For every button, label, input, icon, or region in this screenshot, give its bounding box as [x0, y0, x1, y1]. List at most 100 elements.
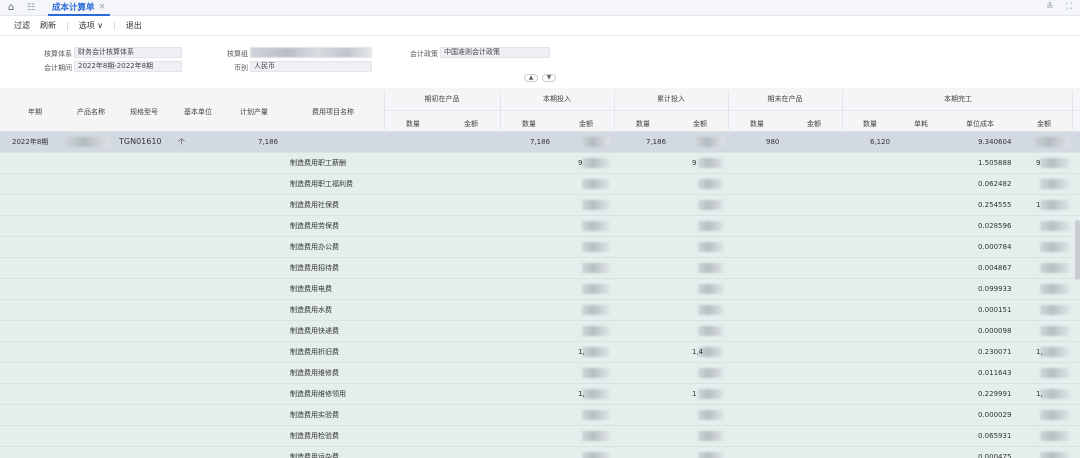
col-qty[interactable]: 数量 — [384, 119, 442, 129]
col-amt[interactable]: 金额 — [442, 119, 500, 129]
table-row[interactable]: 制造费用劳保费 0.028596 — [0, 216, 1080, 237]
col-period[interactable]: 年期 — [12, 107, 58, 117]
home-icon[interactable]: ⌂ — [4, 2, 18, 13]
period-field[interactable]: 2022年8期-2022年8期 — [74, 61, 182, 72]
group-completed: 本期完工 — [944, 95, 972, 103]
col-qty[interactable]: 数量 — [842, 119, 898, 129]
collapse-icon[interactable]: ≚ — [1046, 2, 1054, 12]
table-row[interactable]: 制造费用实验费 0.000029 — [0, 405, 1080, 426]
collapse-toggle[interactable]: ▲ ▼ — [524, 74, 556, 82]
refresh-button[interactable]: 刷新 — [40, 20, 56, 31]
org-field[interactable] — [250, 47, 372, 58]
col-unit[interactable]: 基本单位 — [170, 107, 226, 117]
options-button[interactable]: 选项 ∨ — [79, 20, 103, 31]
cell-unit-cost: 0.000098 — [978, 327, 1012, 335]
table-header: 年期 产品名称 规格型号 基本单位 计划产量 费用项目名称 期初在产品 本期投入… — [0, 88, 1080, 132]
table-body: 2022年8期 TGN01610 个 7,186 7,186 7,186 980… — [0, 132, 1080, 458]
system-field[interactable]: 财务会计核算体系 — [74, 47, 182, 58]
grid-icon[interactable]: ☷ — [24, 3, 38, 13]
cell-input-amt-redacted — [582, 284, 610, 294]
policy-field[interactable]: 中国准则会计政策 — [440, 47, 550, 58]
col-qty[interactable]: 数量 — [500, 119, 558, 129]
cell-closing-qty: 980 — [766, 138, 780, 146]
cell-unit-cost: 0.004867 — [978, 264, 1012, 272]
currency-field[interactable]: 人民币 — [250, 61, 372, 72]
divider — [384, 90, 385, 130]
chevron-up-icon[interactable]: ▲ — [524, 74, 538, 82]
table-row[interactable]: 制造费用维修领用 1, 1 0.229991 1, — [0, 384, 1080, 405]
table-row[interactable]: 制造费用职工薪酬 9 9 1.505888 9 — [0, 153, 1080, 174]
col-amt[interactable]: 金额 — [558, 119, 614, 129]
table-row[interactable]: 制造费用快递费 0.000098 — [0, 321, 1080, 342]
col-spec[interactable]: 规格型号 — [118, 107, 170, 117]
cell-input-qty: 7,186 — [530, 138, 551, 146]
cell-item-name: 制造费用实验费 — [290, 411, 339, 419]
col-product[interactable]: 产品名称 — [64, 107, 118, 117]
filter-button[interactable]: 过滤 — [14, 20, 30, 31]
close-icon[interactable]: × — [99, 2, 106, 12]
cell-cumulative-qty: 7,186 — [646, 138, 667, 146]
period-label: 会计期间 — [44, 64, 72, 72]
table-row[interactable]: 制造费用水费 0.000151 — [0, 300, 1080, 321]
table-row[interactable]: 制造费用招待费 0.004867 — [0, 258, 1080, 279]
col-item[interactable]: 费用项目名称 — [282, 107, 384, 117]
cell-completed-amt-redacted — [1040, 200, 1070, 210]
cell-completed-amt-redacted — [1040, 158, 1070, 168]
table-row[interactable]: 制造费用维修费 0.011643 — [0, 363, 1080, 384]
fullscreen-icon[interactable]: ⛶ — [1066, 2, 1072, 12]
chevron-down-icon[interactable]: ▼ — [542, 74, 556, 82]
cell-input-amt-redacted — [582, 242, 610, 252]
divider — [728, 90, 729, 130]
col-qty[interactable]: 数量 — [614, 119, 672, 129]
col-amt[interactable]: 金额 — [1016, 119, 1072, 129]
cell-unit-cost: 0.028596 — [978, 222, 1012, 230]
col-unit-cost[interactable]: 单位成本 — [944, 119, 1016, 129]
separator: | — [66, 21, 69, 30]
divider — [500, 90, 501, 130]
col-qty[interactable]: 数量 — [728, 119, 786, 129]
cell-completed-amt-redacted — [1040, 347, 1070, 357]
exit-button[interactable]: 退出 — [126, 20, 142, 31]
table-row[interactable]: 制造费用运杂费 0.000475 — [0, 447, 1080, 458]
cell-completed-amt-redacted — [1040, 431, 1070, 441]
col-unit-consumption[interactable]: 单耗 — [898, 119, 944, 129]
cell-completed-amt-redacted — [1040, 263, 1070, 273]
table-row[interactable]: 制造费用办公费 0.000784 — [0, 237, 1080, 258]
cell-cumulative-amt-redacted — [698, 179, 724, 189]
col-plan[interactable]: 计划产量 — [226, 107, 282, 117]
cell-unit-cost: 0.254555 — [978, 201, 1012, 209]
table-row[interactable]: 制造费用社保费 0.254555 1 — [0, 195, 1080, 216]
cell-input-amt-prefix: 9 — [578, 159, 583, 167]
cell-cumulative-amt-redacted — [698, 263, 724, 273]
cell-completed-amt-redacted — [1040, 368, 1070, 378]
table-row[interactable]: 制造费用检验费 0.065931 — [0, 426, 1080, 447]
cell-unit-cost: 1.505888 — [978, 159, 1012, 167]
cell-completed-amt-redacted — [1040, 242, 1070, 252]
cell-cumulative-amt-redacted — [698, 368, 724, 378]
col-amt[interactable]: 金额 — [786, 119, 842, 129]
cell-unit-cost: 0.230071 — [978, 348, 1012, 356]
vertical-scrollbar[interactable] — [1075, 220, 1080, 280]
currency-label: 币别 — [234, 64, 248, 72]
cell-completed-amt-redacted — [1040, 305, 1070, 315]
cell-item-name: 制造费用劳保费 — [290, 222, 339, 230]
cell-unit-cost: 0.000029 — [978, 411, 1012, 419]
cell-cumulative-amt-redacted — [698, 242, 724, 252]
toolbar: 过滤 刷新 | 选项 ∨ | 退出 — [0, 16, 1080, 36]
org-label: 核算组 — [227, 50, 248, 58]
table-row[interactable]: 制造费用职工福利费 0.062482 — [0, 174, 1080, 195]
cell-unit-cost: 0.062482 — [978, 180, 1012, 188]
tab-cost-sheet[interactable]: 成本计算单 × — [48, 0, 110, 16]
cell-cumulative-amt-prefix: 9 — [692, 159, 697, 167]
divider — [614, 90, 615, 130]
table-row[interactable]: 制造费用电费 0.099933 — [0, 279, 1080, 300]
table-row[interactable]: 制造费用折旧费 1, 1,4 0.230071 1, — [0, 342, 1080, 363]
cell-completed-amt-redacted — [1040, 326, 1070, 336]
cell-input-amt-redacted — [582, 326, 610, 336]
cell-cumulative-amt-prefix: 1,4 — [692, 348, 704, 356]
col-amt[interactable]: 金额 — [672, 119, 728, 129]
table-row[interactable]: 2022年8期 TGN01610 个 7,186 7,186 7,186 980… — [0, 132, 1080, 153]
cell-item-name: 制造费用职工福利费 — [290, 180, 353, 188]
tab-bar: ⌂ ☷ 成本计算单 × ≚ ⛶ — [0, 0, 1080, 16]
cell-completed-amt-prefix: 1, — [1036, 348, 1043, 356]
